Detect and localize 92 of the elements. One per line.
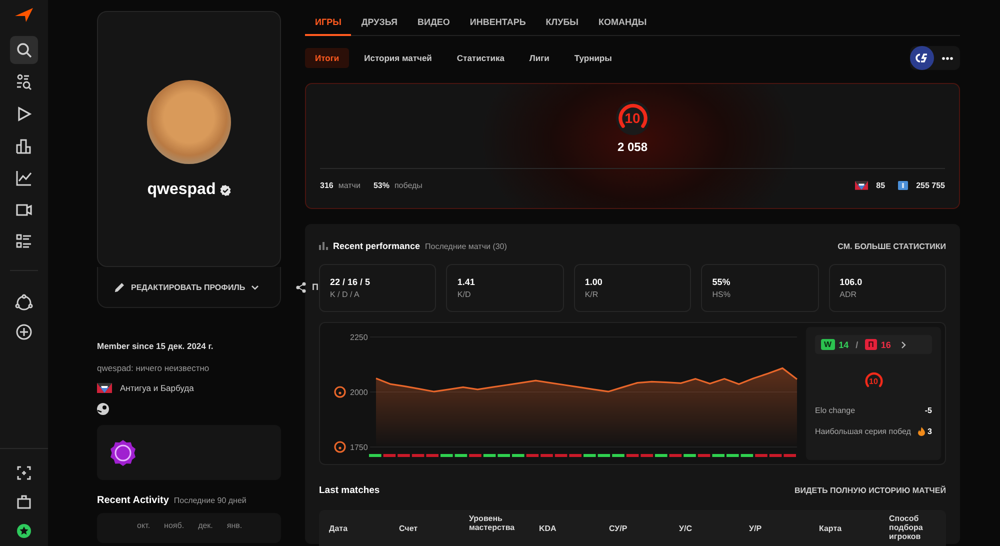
more-stats-link[interactable]: СМ. БОЛЬШЕ СТАТИСТИКИ bbox=[838, 242, 946, 250]
add-icon bbox=[16, 324, 32, 340]
stat-label: K / D / A bbox=[330, 290, 360, 299]
play-icon bbox=[16, 106, 32, 122]
stat-label: K/D bbox=[457, 290, 472, 299]
axis-tick-label: 2250 bbox=[350, 333, 368, 342]
more-icon bbox=[942, 56, 952, 60]
level-icon bbox=[334, 386, 346, 398]
flag-icon bbox=[855, 181, 868, 190]
performance-subtitle: Последние матчи (30) bbox=[425, 242, 507, 250]
elo-value: 2 058 bbox=[617, 140, 648, 154]
stat-value: 55% bbox=[712, 277, 732, 287]
pencil-icon bbox=[114, 282, 125, 292]
win-streak-value: 3 bbox=[928, 427, 932, 436]
elo-change-value: -5 bbox=[924, 406, 932, 415]
skill-level-icon: 10 bbox=[614, 100, 650, 136]
column-header: СУ/Р bbox=[609, 524, 628, 534]
column-header: Карта bbox=[819, 524, 843, 534]
column-header: Уровень мастерства bbox=[469, 514, 516, 532]
month-label: окт. bbox=[137, 521, 150, 532]
nav-tab[interactable]: КОМАНДЫ bbox=[588, 13, 657, 36]
scan-icon bbox=[17, 466, 31, 480]
match-history-link[interactable]: ВИДЕТЬ ПОЛНУЮ ИСТОРИЮ МАТЧЕЙ bbox=[794, 486, 946, 495]
member-since: Member since 15 дек. 2024 г. bbox=[97, 341, 214, 351]
nickname: qwespad bbox=[147, 181, 216, 199]
sub-tab[interactable]: Итоги bbox=[305, 48, 350, 68]
nav-tab[interactable]: ДРУЗЬЯ bbox=[351, 13, 408, 36]
column-header: У/С bbox=[679, 524, 693, 534]
badge-icon bbox=[109, 438, 137, 466]
flag-icon bbox=[97, 383, 112, 393]
share-icon bbox=[296, 282, 306, 292]
stat-value: 1.41 bbox=[457, 277, 476, 287]
fire-icon bbox=[918, 427, 925, 436]
country-rank: 85 bbox=[876, 181, 886, 190]
star-icon bbox=[17, 524, 31, 538]
stat-value: 106.0 bbox=[840, 277, 864, 287]
list-icon bbox=[16, 234, 32, 250]
matches-count: 316 bbox=[320, 181, 334, 190]
winrate-label: победы bbox=[394, 181, 422, 190]
nav-tab[interactable]: КЛУБЫ bbox=[536, 13, 588, 36]
level-icon bbox=[334, 441, 346, 453]
nav-tab[interactable]: ИНВЕНТАРЬ bbox=[460, 13, 536, 36]
sub-tab[interactable]: История матчей bbox=[354, 48, 442, 68]
sidebar-button[interactable] bbox=[10, 36, 38, 64]
hub-icon bbox=[15, 294, 33, 312]
nav-tab[interactable]: ВИДЕО bbox=[408, 13, 460, 36]
nav-tab[interactable]: ИГРЫ bbox=[305, 13, 352, 36]
share-label[interactable]: П bbox=[312, 282, 318, 292]
win-streak-label: Наибольшая серия побед bbox=[815, 427, 911, 436]
column-header: Способ подбора игроков bbox=[889, 514, 924, 542]
video-icon bbox=[16, 203, 32, 217]
column-header: Дата bbox=[329, 524, 349, 534]
month-label: дек. bbox=[198, 521, 213, 532]
matches-label: матчи bbox=[338, 181, 360, 190]
stat-label: ADR bbox=[840, 290, 858, 299]
recent-activity-subtitle: Последние 90 дней bbox=[174, 496, 246, 505]
performance-title: Recent performance bbox=[333, 241, 420, 251]
axis-tick-label: 2000 bbox=[350, 388, 368, 397]
search-icon bbox=[16, 42, 32, 58]
sub-tab[interactable]: Лиги bbox=[519, 48, 560, 68]
month-label: янв. bbox=[226, 521, 242, 532]
axis-tick-label: 1750 bbox=[350, 443, 368, 452]
win-loss-button[interactable]: W 14 / П 16 bbox=[815, 335, 932, 354]
briefcase-icon bbox=[17, 495, 31, 509]
line-chart-icon bbox=[16, 170, 32, 186]
region-icon bbox=[898, 181, 908, 190]
stat-value: 1.00 bbox=[584, 277, 604, 287]
column-header: Счет bbox=[399, 524, 419, 534]
region-rank: 255 755 bbox=[916, 181, 945, 190]
sub-tab[interactable]: Статистика bbox=[446, 48, 514, 68]
last-matches-title: Last matches bbox=[319, 485, 380, 496]
caret-icon bbox=[251, 284, 260, 290]
game-logo-icon[interactable] bbox=[910, 46, 934, 70]
players-search-icon bbox=[16, 74, 32, 90]
stat-label: HS% bbox=[712, 290, 732, 299]
bar-chart-icon bbox=[319, 242, 328, 250]
edit-profile-button[interactable]: РЕДАКТИРОВАТЬ ПРОФИЛЬ bbox=[112, 278, 262, 296]
stat-value: 22 / 16 / 5 bbox=[330, 277, 372, 287]
column-header: KDA bbox=[539, 524, 558, 534]
recent-activity-title: Recent Activity bbox=[97, 495, 169, 506]
sub-tab[interactable]: Турниры bbox=[564, 48, 622, 68]
steam-icon[interactable] bbox=[97, 403, 109, 415]
winrate-value: 53% bbox=[373, 181, 390, 190]
column-header: У/Р bbox=[749, 524, 763, 534]
month-label: нояб. bbox=[164, 521, 184, 532]
profile-bio: qwespad: ничего неизвестно bbox=[97, 363, 210, 373]
country-name: Антигуа и Барбуда bbox=[120, 383, 194, 393]
chevron-icon bbox=[900, 340, 906, 348]
ranking-icon bbox=[16, 138, 32, 154]
stat-label: K/R bbox=[584, 290, 600, 299]
elo-change-label: Elo change bbox=[815, 406, 856, 415]
logo-icon[interactable] bbox=[15, 8, 33, 22]
